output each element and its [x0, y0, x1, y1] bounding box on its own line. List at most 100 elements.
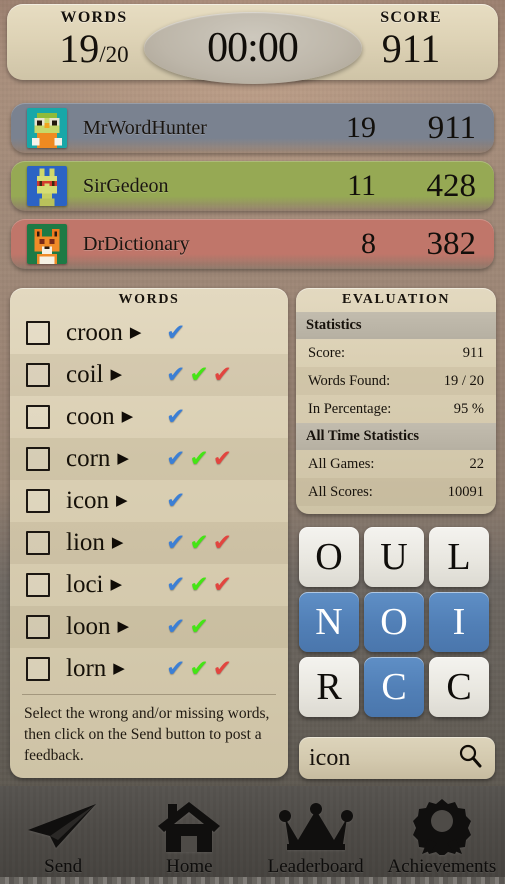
word-marks: ✔✔✔ [166, 319, 278, 346]
word-label: coil [66, 361, 104, 388]
fox-avatar [27, 224, 67, 264]
word-checkbox[interactable] [26, 363, 50, 387]
word-checkbox[interactable] [26, 615, 50, 639]
nav-item-achievements[interactable]: Achievements [379, 786, 505, 884]
evaluation-section-statistics: Statistics [296, 312, 496, 339]
word-label: lorn [66, 655, 107, 682]
search-icon[interactable] [457, 743, 485, 774]
timer-display: 00:00 [143, 12, 362, 84]
word-marks: ✔✔✔ [166, 403, 278, 430]
word-mark-green: ✔ [189, 613, 209, 640]
leaderboard-player-name: DrDictionary [83, 232, 190, 255]
letter-tile[interactable]: N [299, 592, 359, 652]
leaderboard-words-count: 19 [346, 111, 376, 144]
word-checkbox[interactable] [26, 657, 50, 681]
word-mark-red: ✔ [212, 445, 232, 472]
word-checkbox[interactable] [26, 405, 50, 429]
word-definition-arrow-icon[interactable]: ▶ [117, 619, 129, 635]
leaderboard-row[interactable]: DrDictionary 8 382 [11, 219, 494, 269]
leaderboard-score: 382 [426, 225, 477, 262]
leaderboard-list: MrWordHunter 19 911 SirGedeon 11 428 DrDiction… [11, 103, 494, 277]
word-checkbox[interactable] [26, 447, 50, 471]
evaluation-row-label: All Scores: [308, 483, 373, 500]
owl-avatar [27, 108, 67, 148]
letter-tile[interactable]: U [364, 527, 424, 587]
word-row[interactable]: coil ▶ ✔ ✔ ✔ [10, 354, 288, 396]
leaderboard-words-count: 8 [361, 227, 376, 260]
word-mark-blue: ✔ [166, 403, 186, 430]
llama-avatar [27, 166, 67, 206]
evaluation-row: All Games: 22 [296, 450, 496, 478]
leaderboard-row[interactable]: MrWordHunter 19 911 [11, 103, 494, 153]
word-checkbox[interactable] [26, 531, 50, 555]
nav-item-leaderboard[interactable]: Leaderboard [253, 786, 379, 884]
word-definition-arrow-icon[interactable]: ▶ [111, 577, 123, 593]
evaluation-section-all-time: All Time Statistics [296, 423, 496, 450]
word-row[interactable]: loon ▶ ✔✔✔ [10, 606, 288, 648]
letter-tile[interactable]: C [429, 657, 489, 717]
word-row[interactable]: lorn ▶ ✔ ✔ ✔ [10, 648, 288, 690]
evaluation-row: Words Found: 19 / 20 [296, 367, 496, 395]
letter-tile[interactable]: R [299, 657, 359, 717]
word-definition-arrow-icon[interactable]: ▶ [130, 325, 142, 341]
nav-item-home[interactable]: Home [126, 786, 252, 884]
evaluation-row-label: In Percentage: [308, 400, 392, 417]
word-checkbox[interactable] [26, 573, 50, 597]
word-definition-arrow-icon[interactable]: ▶ [112, 535, 124, 551]
letter-tile[interactable]: C [364, 657, 424, 717]
word-definition-arrow-icon[interactable]: ▶ [117, 451, 129, 467]
word-mark-blue: ✔ [166, 613, 186, 640]
letter-tile[interactable]: O [299, 527, 359, 587]
word-marks: ✔✔✔ [166, 571, 278, 598]
letter-tile[interactable]: L [429, 527, 489, 587]
evaluation-body: Statistics Score: 911 Words Found: 19 / 20 In… [296, 312, 496, 506]
nav-item-label: Leaderboard [267, 856, 364, 877]
letter-tile[interactable]: O [364, 592, 424, 652]
word-definition-arrow-icon[interactable]: ▶ [111, 367, 123, 383]
evaluation-row: In Percentage: 95 % [296, 395, 496, 423]
timer-value: 00:00 [207, 25, 299, 71]
leaderboard-row[interactable]: SirGedeon 11 428 [11, 161, 494, 211]
letter-tile-grid[interactable]: OULNOIRCC [299, 527, 495, 717]
word-label: corn [66, 445, 111, 472]
word-row[interactable]: loci ▶ ✔ ✔ ✔ [10, 564, 288, 606]
word-mark-blue: ✔ [166, 361, 186, 388]
paper-plane-icon [26, 800, 100, 854]
word-marks: ✔✔✔ [166, 655, 278, 682]
nav-item-label: Home [166, 856, 213, 877]
word-label: croon [66, 319, 123, 346]
word-row[interactable]: lion ▶ ✔ ✔ ✔ [10, 522, 288, 564]
word-row[interactable]: icon ▶ ✔✔✔ [10, 480, 288, 522]
status-bar: WORDS 19/20 00:00 SCORE 911 [7, 4, 498, 84]
word-input-value[interactable]: icon [309, 745, 457, 772]
nav-item-label: Send [44, 856, 83, 877]
word-mark-green: ✔ [189, 655, 209, 682]
word-definition-arrow-icon[interactable]: ▶ [113, 661, 125, 677]
evaluation-row-value: 911 [462, 344, 484, 361]
bottom-navigation: Send Home Leaderboard Achievements [0, 786, 505, 884]
word-mark-blue: ✔ [166, 319, 186, 346]
word-marks: ✔✔✔ [166, 445, 278, 472]
word-row[interactable]: coon ▶ ✔✔✔ [10, 396, 288, 438]
words-panel-title: WORDS [118, 292, 180, 307]
evaluation-row-value: 95 % [453, 400, 484, 417]
word-definition-arrow-icon[interactable]: ▶ [122, 409, 134, 425]
word-definition-arrow-icon[interactable]: ▶ [116, 493, 128, 509]
word-label: loon [66, 613, 111, 640]
crown-icon [278, 800, 353, 854]
word-marks: ✔✔✔ [166, 529, 278, 556]
word-mark-blue: ✔ [166, 571, 186, 598]
word-row[interactable]: croon ▶ ✔✔✔ [10, 312, 288, 354]
word-row[interactable]: corn ▶ ✔ ✔ ✔ [10, 438, 288, 480]
word-mark-green: ✔ [189, 529, 209, 556]
nav-item-send[interactable]: Send [0, 786, 126, 884]
leaderboard-score: 428 [426, 167, 477, 204]
leaderboard-player-name: SirGedeon [83, 174, 169, 197]
word-checkbox[interactable] [26, 321, 50, 345]
evaluation-row: Score: 911 [296, 339, 496, 367]
word-input[interactable]: icon [299, 737, 495, 779]
evaluation-row-value: 19 / 20 [443, 372, 484, 389]
letter-tile[interactable]: I [429, 592, 489, 652]
word-marks: ✔✔✔ [166, 361, 278, 388]
word-checkbox[interactable] [26, 489, 50, 513]
